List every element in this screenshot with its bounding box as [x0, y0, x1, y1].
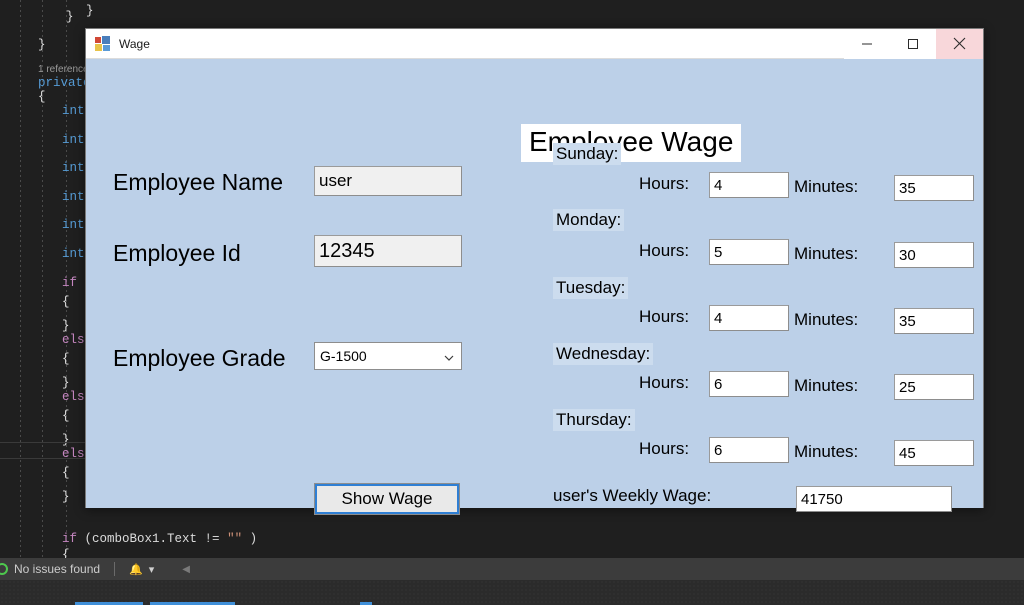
hours-input[interactable]: 6 [709, 437, 789, 463]
code-line: { [62, 295, 70, 309]
employee-name-label: Employee Name [113, 169, 284, 195]
code-line: if (comboBox1.Text != "" ) [62, 532, 258, 546]
close-button[interactable] [936, 28, 983, 59]
indent-guide [20, 0, 21, 558]
back-arrow-icon[interactable]: ◀ [182, 564, 190, 575]
employee-name-input[interactable]: user [314, 166, 462, 196]
employee-id-input[interactable]: 12345 [314, 235, 462, 267]
code-line: } [86, 4, 94, 18]
code-selection-band [0, 442, 85, 443]
day-label: Wednesday: [553, 343, 654, 365]
desktop-screen: }}} 1 reference private{int int int int int int… [0, 0, 1024, 605]
day-label: Monday: [553, 209, 625, 231]
day-label: Tuesday: [553, 277, 629, 299]
winforms-app-icon [95, 35, 111, 52]
window-title-bar[interactable]: Wage [86, 28, 983, 59]
code-line: private [38, 76, 91, 90]
minutes-label: Minutes: [794, 177, 859, 196]
employee-grade-label: Employee Grade [113, 345, 286, 371]
code-line: int [62, 247, 85, 261]
code-line: { [62, 409, 70, 423]
check-circle-icon [0, 563, 8, 575]
minutes-label: Minutes: [794, 244, 859, 263]
minutes-input[interactable]: 30 [894, 242, 974, 268]
chevron-down-icon [444, 348, 454, 364]
status-text: No issues found [14, 562, 101, 576]
employee-id-label: Employee Id [113, 240, 241, 266]
code-line: { [62, 352, 70, 366]
employee-grade-value: G-1500 [320, 348, 367, 364]
minutes-input[interactable]: 35 [894, 308, 974, 334]
status-divider [114, 562, 116, 576]
code-line: 1 reference [38, 64, 89, 75]
taskbar[interactable] [0, 580, 1024, 605]
code-line: { [38, 90, 46, 104]
day-label: Sunday: [553, 143, 622, 165]
employee-grade-select[interactable]: G-1500 [314, 342, 462, 370]
code-line: } [62, 376, 70, 390]
code-line: int [62, 190, 85, 204]
code-line: int [62, 104, 85, 118]
code-line: int [62, 133, 85, 147]
hours-input[interactable]: 5 [709, 239, 789, 265]
code-line: { [62, 466, 70, 480]
code-line: } [62, 319, 70, 333]
minimize-button[interactable] [844, 28, 890, 59]
minutes-label: Minutes: [794, 310, 859, 329]
hours-label: Hours: [639, 439, 690, 458]
bell-icon[interactable]: 🔔 [129, 563, 143, 576]
window-title: Wage [119, 36, 150, 51]
form-body: Employee Wage Employee Name user Employe… [86, 59, 983, 515]
code-line: } [62, 433, 70, 447]
minutes-input[interactable]: 25 [894, 374, 974, 400]
code-line: } [38, 38, 46, 52]
weekly-wage-output[interactable]: 41750 [796, 486, 952, 512]
weekly-wage-label: user's Weekly Wage: [553, 486, 712, 505]
ide-status-bar: No issues found 🔔 ▾ ◀ [0, 558, 1024, 580]
hours-input[interactable]: 4 [709, 172, 789, 198]
hours-label: Hours: [639, 241, 690, 260]
code-line: int [62, 161, 85, 175]
hours-input[interactable]: 6 [709, 371, 789, 397]
wage-window[interactable]: Wage Employee Wage Employee Name user Em… [85, 28, 984, 515]
hours-label: Hours: [639, 307, 690, 326]
hours-input[interactable]: 4 [709, 305, 789, 331]
minutes-label: Minutes: [794, 376, 859, 395]
code-line: } [62, 490, 70, 504]
code-line: int [62, 218, 85, 232]
code-selection-band [0, 458, 85, 459]
day-label: Thursday: [553, 409, 635, 431]
minutes-input[interactable]: 35 [894, 175, 974, 201]
show-wage-button[interactable]: Show Wage [314, 483, 460, 515]
chevron-down-icon[interactable]: ▾ [149, 563, 155, 576]
minutes-input[interactable]: 45 [894, 440, 974, 466]
hours-label: Hours: [639, 373, 690, 392]
code-line: } [66, 10, 74, 24]
maximize-button[interactable] [890, 28, 936, 59]
minutes-label: Minutes: [794, 442, 859, 461]
hours-label: Hours: [639, 174, 690, 193]
